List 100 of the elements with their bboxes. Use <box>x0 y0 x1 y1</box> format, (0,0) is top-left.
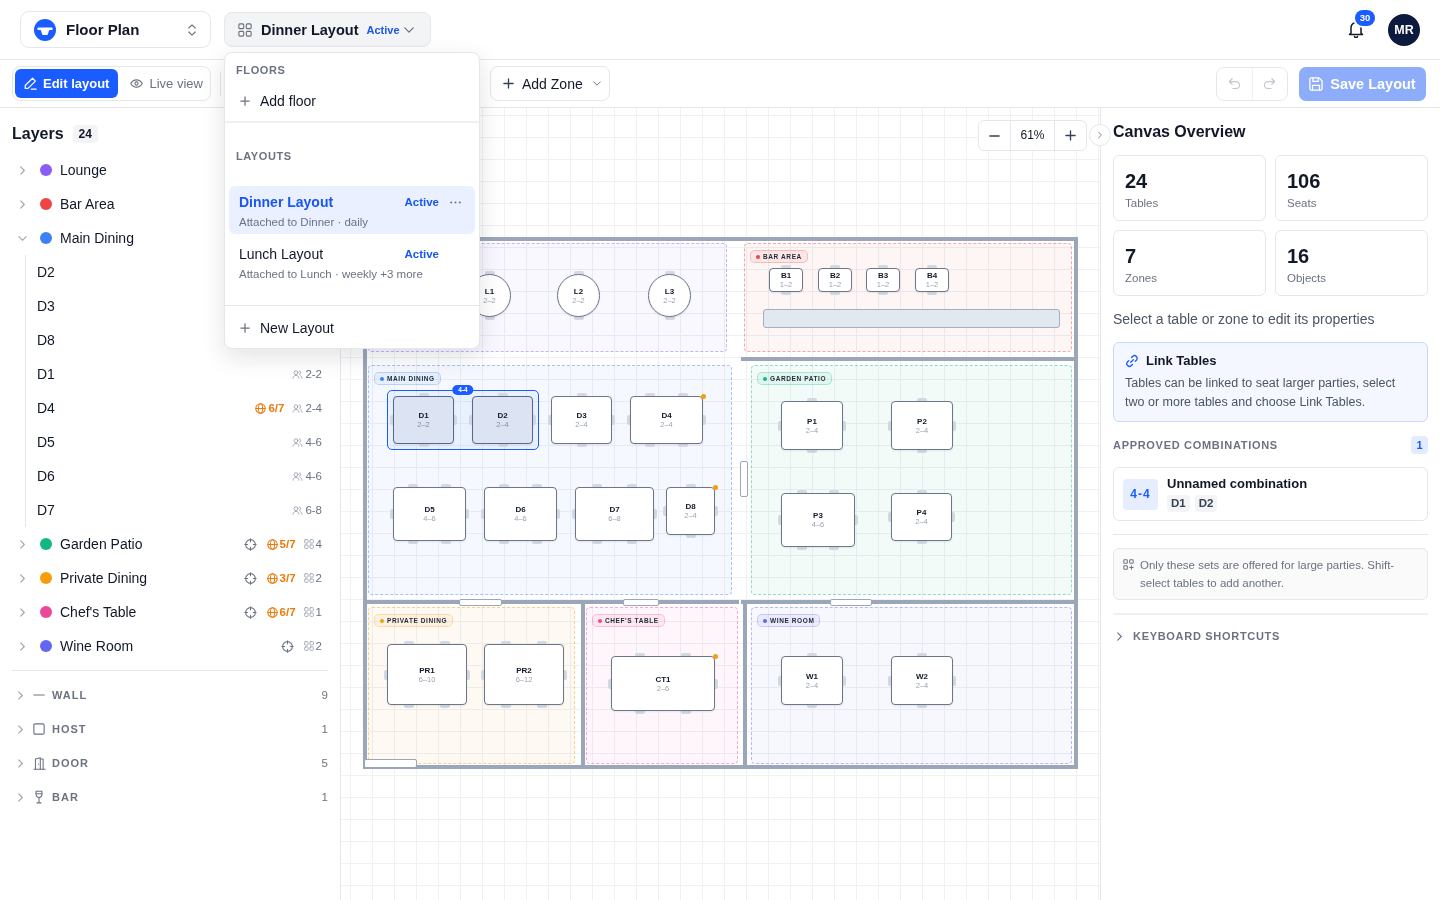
plus-icon <box>240 96 250 106</box>
chevron-right-icon[interactable] <box>19 199 25 209</box>
user-avatar[interactable]: MR <box>1388 13 1420 46</box>
hint-text: Select a table or zone to edit its properties <box>1113 310 1376 329</box>
layout-option[interactable]: Dinner Layout Active Attached to Dinner · daily <box>229 186 475 234</box>
seat-range: 2-2 <box>305 368 322 380</box>
layer-item[interactable]: Main Dining <box>60 230 134 246</box>
layout-switcher[interactable]: Dinner Layout Active <box>224 12 431 47</box>
globe-icon <box>266 606 278 618</box>
people-icon <box>292 403 304 413</box>
layer-item[interactable]: Chef's Table <box>60 604 137 620</box>
object-count: 1 <box>321 791 328 803</box>
squares-icon <box>1123 559 1134 570</box>
table-label: CT1 <box>655 674 671 684</box>
stat-label: Zones <box>1125 271 1158 286</box>
zoom-level: 61% <box>1010 121 1055 150</box>
layer-item[interactable]: Bar Area <box>60 196 115 212</box>
table-count: 1 <box>315 606 322 618</box>
line-icon <box>33 694 45 696</box>
more-icon[interactable] <box>450 200 461 204</box>
chevron-right-icon[interactable] <box>19 539 25 549</box>
grid-icon <box>303 641 314 651</box>
chevron-right-icon[interactable] <box>19 607 25 617</box>
stat-label: Seats <box>1287 196 1318 211</box>
panel-title: Canvas Overview <box>1113 122 1247 142</box>
mode-tab[interactable]: Edit layout <box>15 69 119 98</box>
new-layout-item[interactable]: New Layout <box>225 313 479 343</box>
object-group[interactable]: HOST <box>52 723 87 735</box>
layer-item[interactable]: Garden Patio <box>60 536 143 552</box>
stat-value: 7 <box>1125 244 1138 268</box>
door-icon <box>32 756 46 770</box>
chevron-right-icon[interactable] <box>17 724 23 734</box>
table-label: D3 <box>576 411 587 420</box>
layout-name: Lunch Layout <box>239 246 325 262</box>
layer-item[interactable]: D5 <box>37 434 55 450</box>
object-count: 5 <box>321 757 328 769</box>
object-count: 9 <box>321 689 328 701</box>
mode-tab[interactable]: Live view <box>121 69 212 98</box>
chevron-right-icon[interactable] <box>19 641 25 651</box>
layer-item[interactable]: D3 <box>37 298 55 314</box>
people-icon <box>292 471 304 481</box>
table-label: D4 <box>661 411 672 420</box>
eye-icon <box>130 79 144 88</box>
crosshair-icon[interactable] <box>243 571 257 585</box>
layout-name: Dinner Layout <box>239 194 335 210</box>
table-label: D6 <box>515 505 526 514</box>
table-label: D2 <box>497 411 508 420</box>
chevron-right-icon[interactable] <box>17 792 23 802</box>
stat-value: 16 <box>1287 244 1311 268</box>
collapse-button[interactable] <box>1089 124 1111 146</box>
status-label: Active <box>404 248 439 260</box>
bell-icon <box>1348 20 1364 38</box>
plus-icon <box>240 323 250 333</box>
undo-icon <box>1228 78 1241 89</box>
online-count: 6/7 <box>268 402 285 414</box>
crosshair-icon[interactable] <box>280 639 294 653</box>
layer-item[interactable]: D2 <box>37 264 55 280</box>
layer-item[interactable]: Lounge <box>60 162 107 178</box>
table-label: L3 <box>664 286 675 296</box>
layer-item[interactable]: Wine Room <box>60 638 134 654</box>
seat-range: 2-4 <box>305 402 322 414</box>
add-floor-item[interactable]: Add floor <box>225 86 479 116</box>
plus-icon <box>503 78 514 89</box>
note-text: Only these sets are offered for large parties. Shift-select tables to add another. <box>1140 558 1396 591</box>
table-label: B3 <box>877 271 889 280</box>
object-group[interactable]: BAR <box>52 791 79 803</box>
layer-item[interactable]: D7 <box>37 502 55 518</box>
layer-item[interactable]: D8 <box>37 332 55 348</box>
crosshair-icon[interactable] <box>243 605 257 619</box>
layout-option[interactable]: Lunch Layout Active Attached to Lunch · weekly +3 more <box>229 238 475 286</box>
layer-item[interactable]: D4 <box>37 400 55 416</box>
seat-range: 6-8 <box>305 504 322 516</box>
door-marker <box>623 599 659 606</box>
chevron-right-icon[interactable] <box>17 758 23 768</box>
floor-selector[interactable]: Floor Plan <box>20 11 211 48</box>
layer-item[interactable]: Private Dining <box>60 570 148 586</box>
combination-name: Unnamed combination <box>1167 476 1308 492</box>
notifications-button[interactable]: 30 <box>1345 7 1377 39</box>
table-label: PR2 <box>516 665 532 675</box>
stat-value: 24 <box>1125 169 1149 193</box>
layer-item[interactable]: D1 <box>37 366 55 382</box>
door-marker <box>459 599 502 606</box>
chevron-right-icon[interactable] <box>19 573 25 583</box>
chevron-right-icon[interactable] <box>19 165 25 175</box>
chevron-right-icon <box>1098 131 1102 139</box>
chevron-right-icon[interactable] <box>17 690 23 700</box>
grid-icon <box>303 539 314 549</box>
crosshair-icon[interactable] <box>243 537 257 551</box>
chevron-down-icon[interactable] <box>17 235 27 241</box>
stat-value: 106 <box>1287 169 1322 193</box>
object-group[interactable]: WALL <box>52 689 88 701</box>
table-label: D7 <box>609 505 620 514</box>
people-icon <box>292 505 304 515</box>
add-zone-button[interactable]: Add Zone <box>490 66 610 101</box>
combination-card[interactable]: 4-4 Unnamed combination D1 D2 <box>1113 467 1428 521</box>
people-icon <box>292 437 304 447</box>
shortcuts-toggle[interactable]: KEYBOARD SHORTCUTS <box>1113 630 1281 642</box>
object-group[interactable]: DOOR <box>52 757 89 769</box>
table-chip: D1 <box>1167 495 1190 512</box>
layer-item[interactable]: D6 <box>37 468 55 484</box>
